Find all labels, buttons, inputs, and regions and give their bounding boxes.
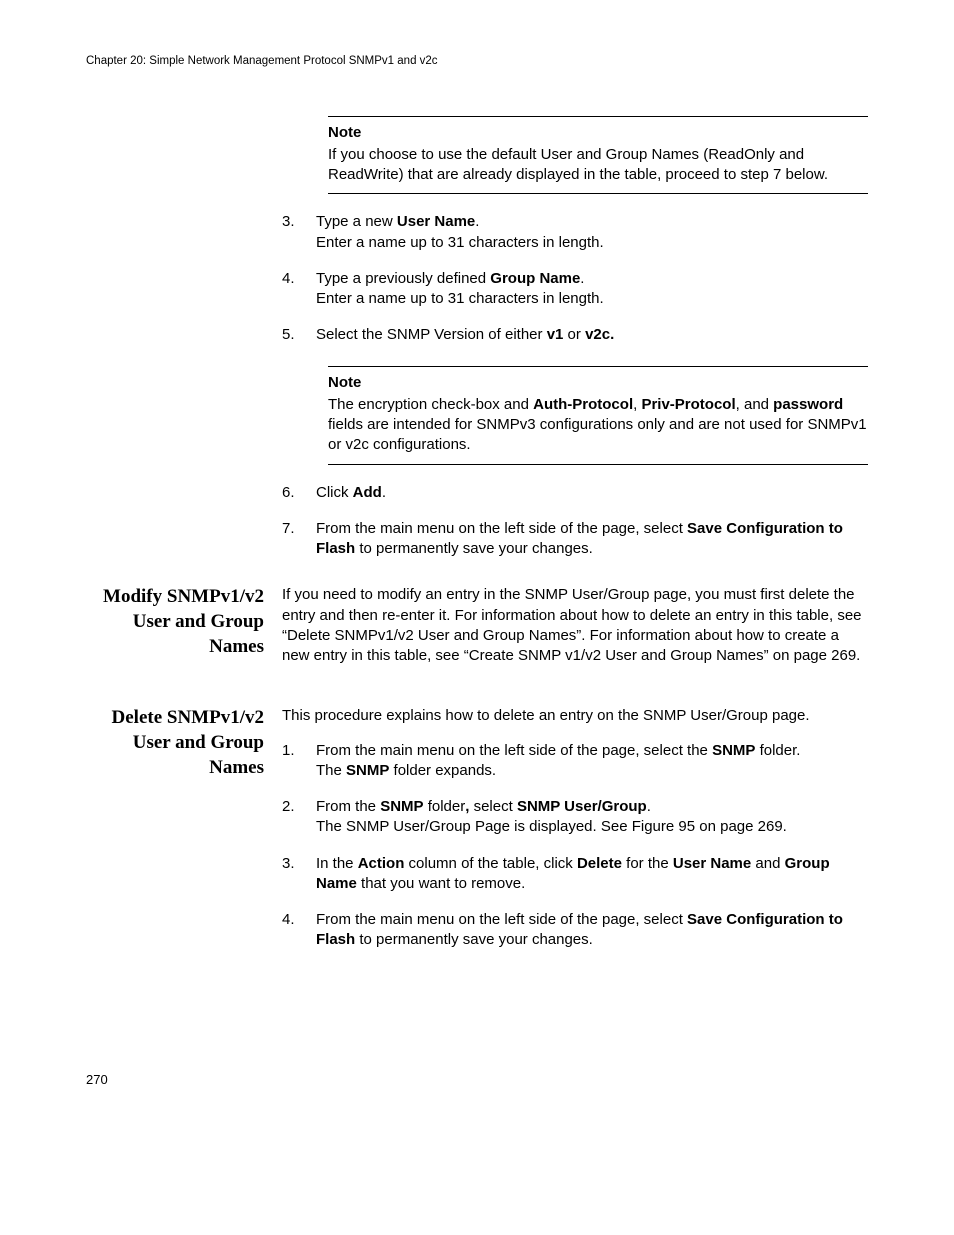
bold: SNMP [380, 798, 423, 815]
text: The SNMP User/Group Page is displayed. S… [316, 818, 787, 835]
steps-list-2: 6. Click Add. 7. From the main menu on t… [282, 483, 868, 560]
step-num: 4. [282, 269, 295, 289]
paragraph: If you need to modify an entry in the SN… [282, 585, 868, 666]
text: Select the SNMP Version of either [316, 326, 547, 343]
text: or [563, 326, 585, 343]
section-delete: Delete SNMPv1/v2 User and Group Names Th… [86, 706, 868, 970]
text: . [580, 270, 584, 287]
bold: Group Name [490, 270, 580, 287]
text: The [316, 762, 346, 779]
text: folder. [755, 742, 800, 759]
step-4: 4. Type a previously defined Group Name.… [282, 269, 868, 310]
text: In the [316, 855, 358, 872]
text: From the main menu on the left side of t… [316, 742, 712, 759]
step-3: 3. Type a new User Name. Enter a name up… [282, 212, 868, 253]
text: to permanently save your changes. [355, 931, 593, 948]
text: . [475, 213, 479, 230]
step-num: 6. [282, 483, 295, 503]
delete-step-4: 4. From the main menu on the left side o… [282, 910, 868, 951]
side-heading-modify: Modify SNMPv1/v2 User and Group Names [86, 585, 282, 659]
text: fields are intended for SNMPv3 configura… [328, 416, 867, 453]
bold: Delete [577, 855, 622, 872]
step-num: 2. [282, 797, 295, 817]
text: Type a new [316, 213, 397, 230]
text: for the [622, 855, 673, 872]
note-head: Note [328, 373, 868, 393]
text: From the main menu on the left side of t… [316, 520, 687, 537]
text: folder expands. [389, 762, 496, 779]
step-num: 3. [282, 854, 295, 874]
step-6: 6. Click Add. [282, 483, 868, 503]
side-heading-delete: Delete SNMPv1/v2 User and Group Names [86, 706, 282, 780]
bold: password [773, 396, 843, 413]
text: select [469, 798, 517, 815]
text: , and [736, 396, 774, 413]
step-num: 5. [282, 325, 295, 345]
bold: SNMP [346, 762, 389, 779]
text: From the main menu on the left side of t… [316, 911, 687, 928]
delete-step-1: 1. From the main menu on the left side o… [282, 741, 868, 782]
bold: User Name [397, 213, 475, 230]
bold: v2c. [585, 326, 614, 343]
text: . [382, 484, 386, 501]
note-body: If you choose to use the default User an… [328, 145, 868, 186]
text: folder [424, 798, 466, 815]
bold: v1 [547, 326, 564, 343]
text: Type a previously defined [316, 270, 490, 287]
text: and [751, 855, 784, 872]
step-num: 4. [282, 910, 295, 930]
note-body: The encryption check-box and Auth-Protoc… [328, 395, 868, 456]
steps-list-delete: 1. From the main menu on the left side o… [282, 741, 868, 951]
running-header: Chapter 20: Simple Network Management Pr… [86, 54, 868, 70]
step-num: 7. [282, 519, 295, 539]
text: Enter a name up to 31 characters in leng… [316, 234, 604, 251]
note-head: Note [328, 123, 868, 143]
section-modify: Modify SNMPv1/v2 User and Group Names If… [86, 585, 868, 680]
bold: SNMP User/Group [517, 798, 647, 815]
paragraph: This procedure explains how to delete an… [282, 706, 868, 726]
text: Enter a name up to 31 characters in leng… [316, 290, 604, 307]
text: column of the table, click [404, 855, 577, 872]
note-block-2: Note The encryption check-box and Auth-P… [328, 366, 868, 465]
bold: Add [353, 484, 382, 501]
bold: Action [358, 855, 405, 872]
text: The encryption check-box and [328, 396, 533, 413]
text: to permanently save your changes. [355, 540, 593, 557]
page-number: 270 [86, 1071, 868, 1089]
text: Click [316, 484, 353, 501]
delete-step-2: 2. From the SNMP folder, select SNMP Use… [282, 797, 868, 838]
bold: Auth-Protocol [533, 396, 633, 413]
step-num: 1. [282, 741, 295, 761]
steps-list-1: 3. Type a new User Name. Enter a name up… [282, 212, 868, 345]
delete-step-3: 3. In the Action column of the table, cl… [282, 854, 868, 895]
bold: SNMP [712, 742, 755, 759]
text: . [647, 798, 651, 815]
step-7: 7. From the main menu on the left side o… [282, 519, 868, 560]
bold: User Name [673, 855, 751, 872]
note-block-1: Note If you choose to use the default Us… [328, 116, 868, 195]
step-num: 3. [282, 212, 295, 232]
bold: Priv-Protocol [641, 396, 735, 413]
step-5: 5. Select the SNMP Version of either v1 … [282, 325, 868, 345]
text: From the [316, 798, 380, 815]
text: that you want to remove. [357, 875, 525, 892]
